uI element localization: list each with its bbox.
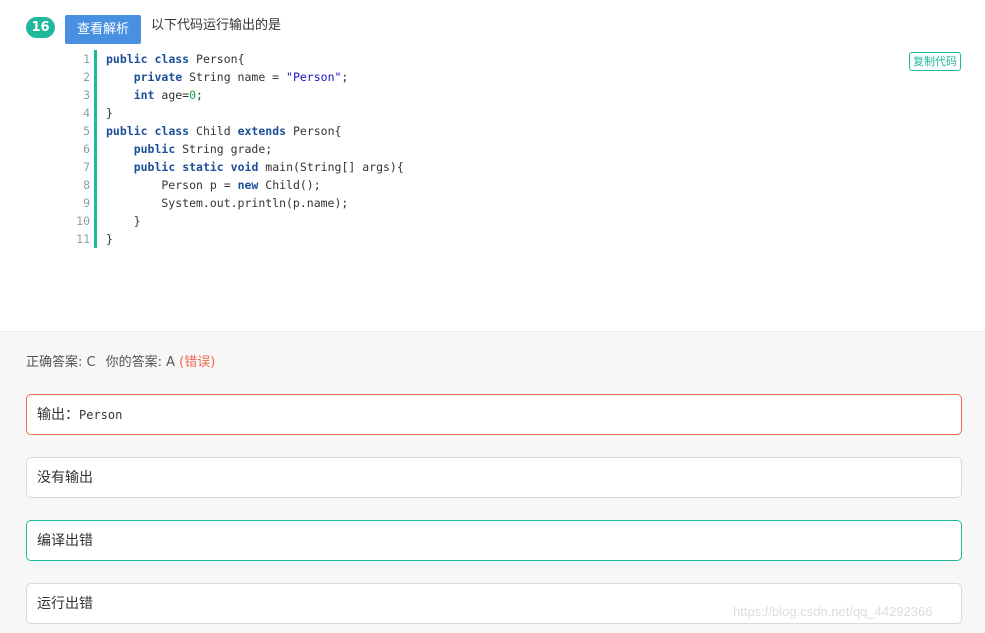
code-line: } bbox=[106, 214, 141, 228]
line-number-gutter: 1 2 3 4 5 6 7 8 9 10 11 bbox=[62, 50, 97, 248]
line-number: 5 bbox=[83, 124, 90, 138]
line-number: 3 bbox=[83, 88, 90, 102]
code-line: public class Person{ bbox=[106, 52, 245, 66]
option-a[interactable]: 输出：Person bbox=[26, 394, 962, 435]
option-d[interactable]: 运行出错 bbox=[26, 583, 962, 624]
line-number: 7 bbox=[83, 160, 90, 174]
line-number: 9 bbox=[83, 196, 90, 210]
code-line: } bbox=[106, 106, 113, 120]
code-line: Person p = new Child(); bbox=[106, 178, 321, 192]
code-line: } bbox=[106, 232, 113, 246]
code-block: 1 2 3 4 5 6 7 8 9 10 11 public class Per… bbox=[62, 50, 404, 248]
code-line: public class Child extends Person{ bbox=[106, 124, 342, 138]
answer-summary: 正确答案: C 你的答案: A (错误) bbox=[26, 354, 215, 372]
copy-code-button[interactable]: 复制代码 bbox=[909, 52, 961, 71]
option-c[interactable]: 编译出错 bbox=[26, 520, 962, 561]
option-c-label: 编译出错 bbox=[37, 533, 93, 549]
line-number: 1 bbox=[83, 52, 90, 66]
code-line: private String name = "Person"; bbox=[133, 70, 349, 84]
line-number: 8 bbox=[83, 178, 90, 192]
option-a-prefix: 输出： bbox=[37, 407, 79, 423]
answer-panel: 正确答案: C 你的答案: A (错误) 输出：Person 没有输出 编译出错 … bbox=[0, 331, 985, 633]
option-b-label: 没有输出 bbox=[37, 470, 93, 486]
option-a-value: Person bbox=[79, 408, 123, 422]
question-title: 以下代码运行输出的是 bbox=[151, 18, 282, 33]
your-answer: 你的答案: A bbox=[105, 355, 175, 370]
question-number-badge: 16 bbox=[26, 17, 55, 38]
view-analysis-button[interactable]: 查看解析 bbox=[65, 15, 141, 44]
code-line: System.out.println(p.name); bbox=[106, 196, 349, 210]
question-panel: 16 查看解析 以下代码运行输出的是 复制代码 1 2 3 4 5 6 7 8 … bbox=[0, 0, 985, 331]
line-number: 6 bbox=[83, 142, 90, 156]
line-number: 10 bbox=[76, 214, 90, 228]
wrong-tag: (错误) bbox=[179, 355, 216, 370]
option-d-label: 运行出错 bbox=[37, 596, 93, 612]
correct-answer: 正确答案: C bbox=[26, 355, 96, 370]
line-number: 11 bbox=[76, 232, 90, 246]
code-lines: public class Person{ private String name… bbox=[97, 50, 404, 248]
code-line: public static void main(String[] args){ bbox=[133, 160, 404, 174]
option-b[interactable]: 没有输出 bbox=[26, 457, 962, 498]
code-line: int age=0; bbox=[133, 88, 203, 102]
line-number: 4 bbox=[83, 106, 90, 120]
code-line: public String grade; bbox=[133, 142, 273, 156]
line-number: 2 bbox=[83, 70, 90, 84]
